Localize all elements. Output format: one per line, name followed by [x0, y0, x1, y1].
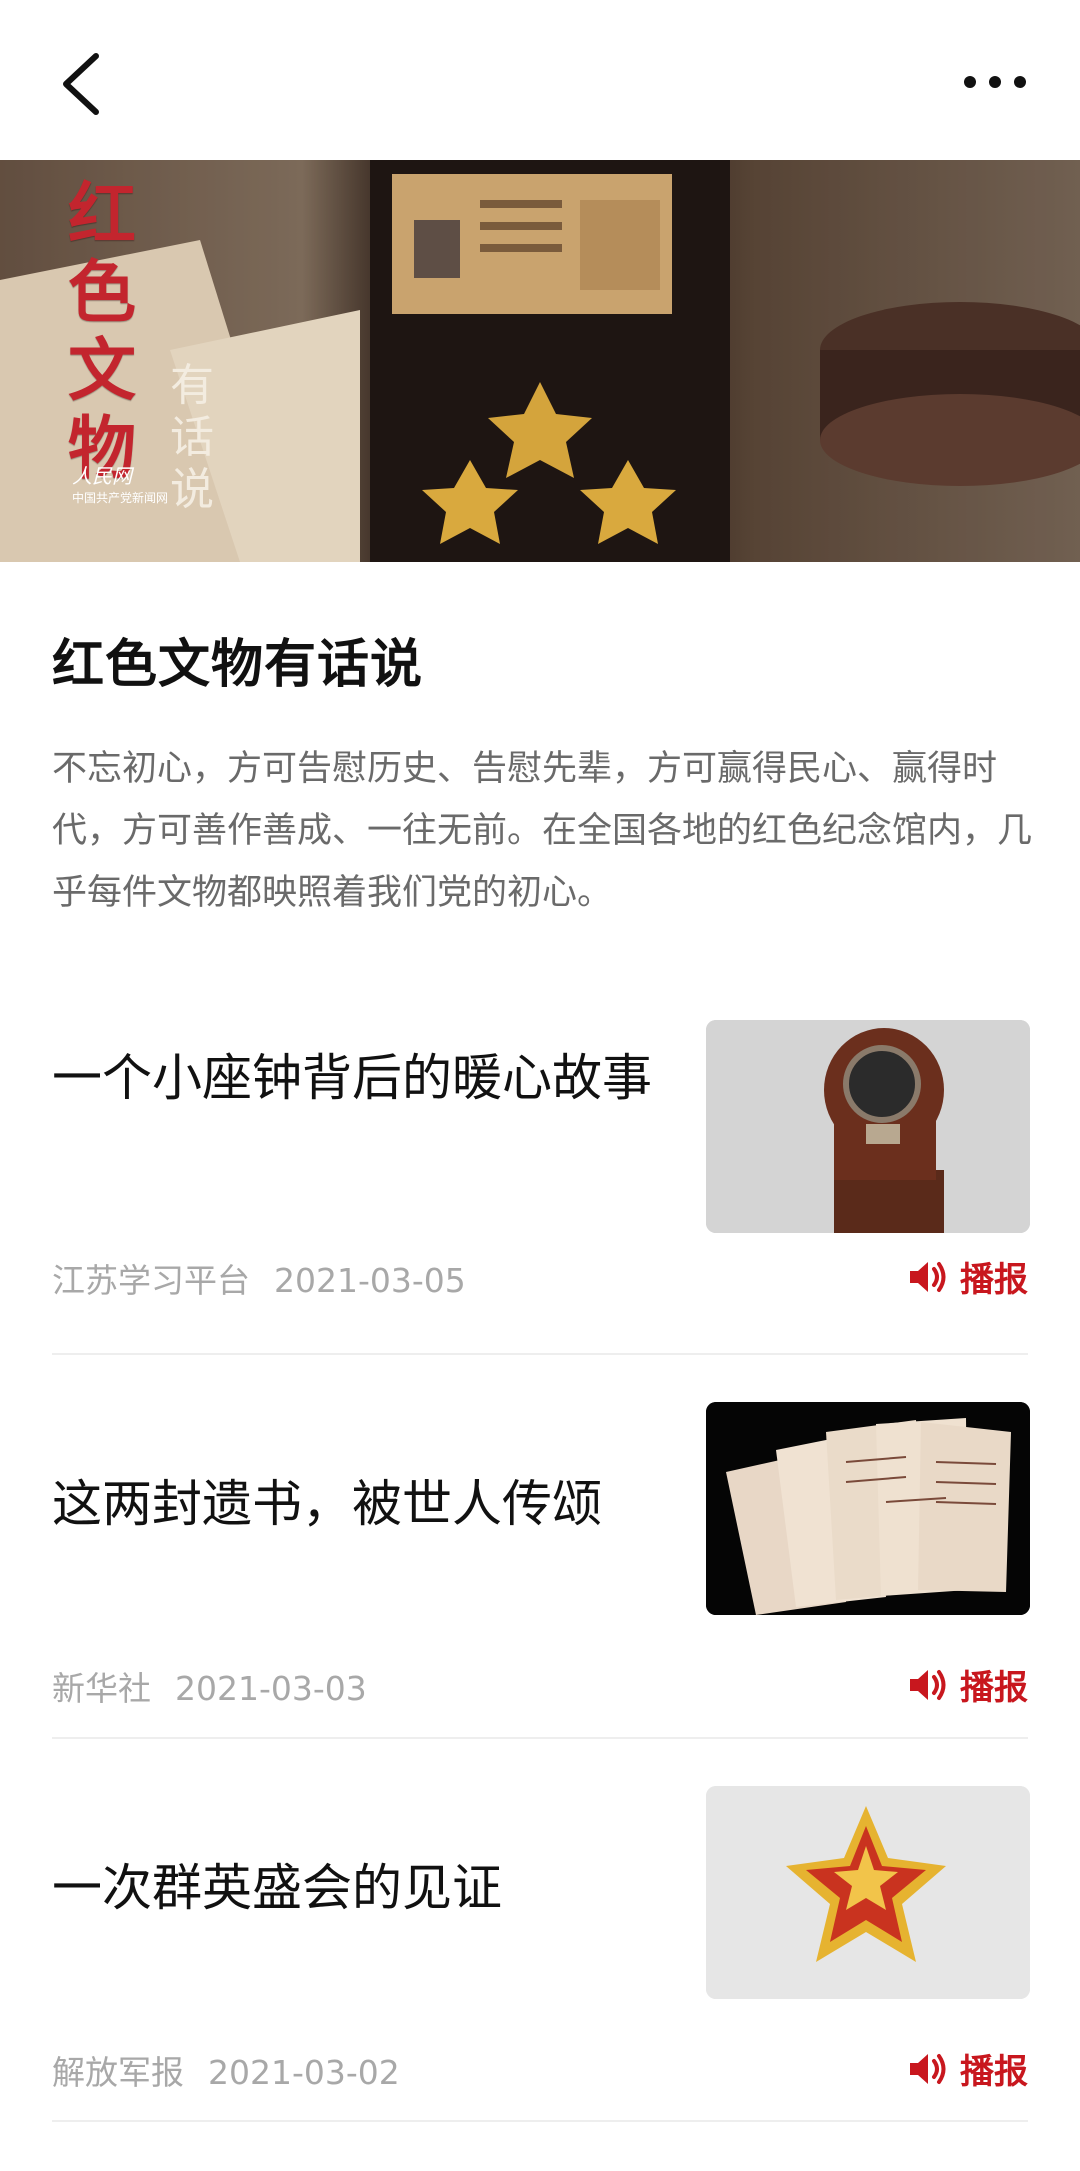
more-dots-icon[interactable]: [960, 62, 1030, 102]
play-button[interactable]: 播报: [908, 1252, 1028, 1301]
article-title[interactable]: 这两封遗书，被世人传颂: [52, 1470, 672, 1538]
hero-banner[interactable]: 红色文物 有话说 人民网 中国共产党新闻网: [0, 160, 1080, 562]
article-thumbnail-clock[interactable]: [706, 1020, 1030, 1233]
divider: [52, 2120, 1028, 2122]
play-label: 播报: [960, 2052, 1028, 2092]
top-bar: [0, 0, 1080, 160]
article-meta: 新华社 2021-03-03: [52, 1662, 391, 1710]
article-title[interactable]: 一次群英盛会的见证: [52, 1854, 672, 1922]
article-title[interactable]: 一个小座钟背后的暖心故事: [52, 1044, 672, 1112]
article-meta: 解放军报 2021-03-02: [52, 2046, 424, 2094]
hero-publisher: 人民网 中国共产党新闻网: [72, 460, 232, 506]
article-item[interactable]: 一个小座钟背后的暖心故事 江苏学习平台 2021-03-05 播报: [52, 1020, 1030, 1320]
section-title: 红色文物有话说: [52, 634, 424, 695]
play-button[interactable]: 播报: [908, 2044, 1028, 2093]
article-date: 2021-03-05: [274, 1261, 466, 1300]
article-date: 2021-03-03: [175, 1669, 367, 1708]
chevron-left-icon[interactable]: [52, 48, 116, 120]
article-item[interactable]: 这两封遗书，被世人传颂 新华社 2021-03-03 播报: [52, 1402, 1030, 1708]
speaker-icon: [910, 1669, 946, 1700]
hero-publisher-name: 人民网: [72, 464, 132, 488]
article-source: 江苏学习平台: [52, 1261, 250, 1300]
article-date: 2021-03-02: [208, 2053, 400, 2092]
hero-publisher-sub: 中国共产党新闻网: [72, 491, 169, 505]
article-source: 新华社: [52, 1669, 151, 1708]
play-label: 播报: [960, 1668, 1028, 1708]
article-item[interactable]: 一次群英盛会的见证 解放军报 2021-03-02 播报: [52, 1786, 1030, 2092]
article-thumbnail-medal[interactable]: [706, 1786, 1030, 1999]
hero-brand-text: 红色文物: [68, 175, 137, 489]
speaker-icon: [910, 2053, 946, 2084]
article-thumbnail-letters[interactable]: [706, 1402, 1030, 1615]
play-label: 播报: [960, 1260, 1028, 1300]
divider: [52, 1353, 1028, 1355]
play-button[interactable]: 播报: [908, 1660, 1028, 1709]
article-source: 解放军报: [52, 2053, 184, 2092]
article-meta: 江苏学习平台 2021-03-05: [52, 1254, 490, 1302]
divider: [52, 1737, 1028, 1739]
section-intro: 不忘初心，方可告慰历史、告慰先辈，方可赢得民心、赢得时代，方可善作善成、一往无前…: [52, 749, 1033, 913]
speaker-icon: [910, 1261, 946, 1292]
